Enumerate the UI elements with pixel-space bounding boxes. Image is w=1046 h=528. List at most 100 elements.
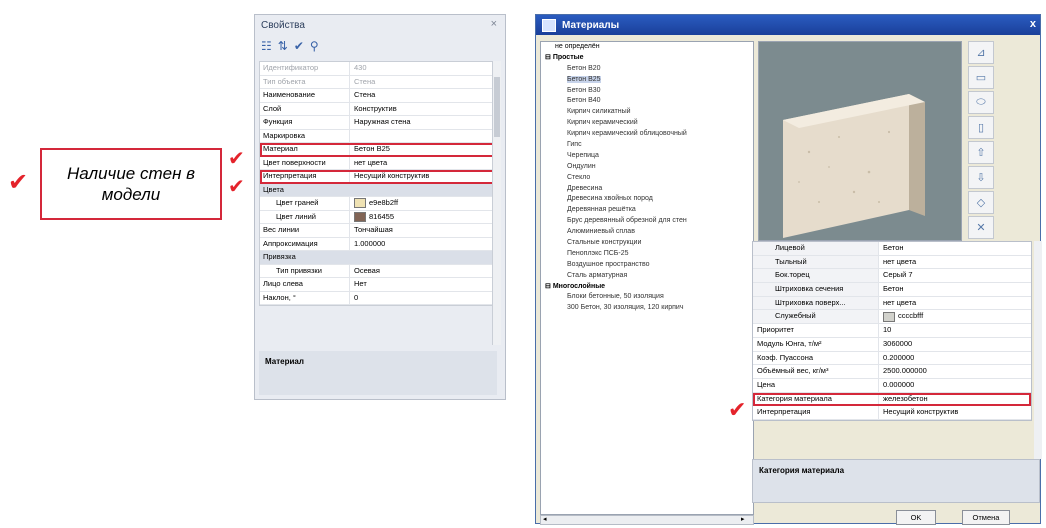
property-value[interactable]: нет цвета [879,297,1031,310]
arrow-up-icon[interactable]: ⇧ [968,141,994,164]
property-value[interactable]: Серый 7 [879,269,1031,282]
tree-item[interactable]: Ондулин [541,162,753,173]
property-value[interactable]: Конструктив [350,103,498,116]
material-property-row[interactable]: Лицевой Бетон [753,242,1031,256]
material-property-row[interactable]: Интерпретация Несущий конструктив [753,406,1031,420]
property-value[interactable]: нет цвета [350,157,498,170]
property-value[interactable]: Нет [350,278,498,291]
property-row[interactable]: Цвет граней e9e8b2ff [260,197,498,211]
property-value[interactable] [350,130,498,143]
property-row[interactable]: Цвет поверхности нет цвета [260,156,498,170]
tree-item[interactable]: Бетон В25 [541,75,753,86]
property-value[interactable]: 816455 [350,211,498,224]
tree-item[interactable]: не определён [541,42,753,53]
property-row[interactable]: Цвета [260,183,498,197]
collapse-icon[interactable]: ⊟ [545,54,553,61]
material-property-row[interactable]: Коэф. Пуассона 0.200000 [753,351,1031,366]
tree-item[interactable]: Сталь арматурная [541,271,753,282]
diamond-icon[interactable]: ◇ [968,191,994,214]
arrow-down-icon[interactable]: ⇩ [968,166,994,189]
material-property-row[interactable]: Тыльный нет цвета [753,255,1031,270]
property-row[interactable]: Тип объекта Стена [260,75,498,89]
search-icon[interactable]: ⚲ [310,39,319,57]
close-icon[interactable]: × [491,18,497,30]
property-value[interactable]: Бетон [879,283,1031,296]
property-value[interactable]: 0 [350,292,498,305]
property-row[interactable]: Слой Конструктив [260,102,498,116]
tree-item[interactable]: Кирпич керамический [541,118,753,129]
property-value[interactable]: Наружная стена [350,116,498,129]
tree-hscrollbar[interactable]: ◂ ▸ [540,515,754,525]
material-property-row[interactable]: Служебный ccccbfff [753,310,1031,325]
categorized-icon[interactable]: ☷ [261,39,272,57]
property-row[interactable]: Наименование Стена [260,89,498,103]
property-value[interactable]: 430 [350,62,498,75]
cube-view-icon[interactable]: ▭ [968,66,994,89]
property-value[interactable]: 10 [879,324,1031,337]
property-value[interactable]: Бетон [879,242,1031,255]
close-icon[interactable]: x [1030,18,1036,30]
property-row[interactable]: Цвет линий 816455 [260,210,498,224]
tree-item[interactable]: Кирпич силикатный [541,107,753,118]
material-property-row[interactable]: Модуль Юнга, т/м² 3060000 [753,337,1031,352]
tree-item[interactable]: Бетон В40 [541,96,753,107]
scroll-right-icon[interactable]: ▸ [741,516,745,524]
color-swatch[interactable] [883,311,895,322]
tree-item[interactable]: 300 Бетон, 30 изоляция, 120 кирпич [541,303,753,314]
property-value[interactable]: Бетон В25 [350,143,498,156]
tree-item[interactable]: Древесина хвойных пород [541,194,753,205]
property-row[interactable]: Аппроксимация 1.000000 [260,237,498,251]
collapse-icon[interactable]: ⊟ [545,283,553,290]
tree-item[interactable]: Блоки бетонные, 50 изоляция [541,292,753,303]
cylinder-upright-icon[interactable]: ▯ [968,116,994,139]
property-value[interactable]: 0.200000 [879,352,1031,365]
scroll-left-icon[interactable]: ◂ [543,516,547,524]
property-value[interactable]: нет цвета [879,256,1031,269]
material-property-row[interactable]: Цена 0.000000 [753,378,1031,393]
tree-item[interactable]: Черепица [541,151,753,162]
property-value[interactable]: железобетон [879,393,1031,406]
tree-item[interactable]: Стальные конструкции [541,238,753,249]
property-value[interactable]: Тончайшая [350,224,498,237]
property-row[interactable]: Идентификатор 430 [260,62,498,76]
property-row[interactable]: Привязка [260,251,498,265]
property-row[interactable]: Материал Бетон В25 [260,143,498,157]
property-value[interactable]: 1.000000 [350,238,498,251]
material-property-row[interactable]: Бок.торец Серый 7 [753,269,1031,284]
material-property-row[interactable]: Приоритет 10 [753,324,1031,338]
tree-group[interactable]: ⊟ Простые [541,53,753,64]
tree-item[interactable]: Алюминиевый сплав [541,227,753,238]
properties-scrollbar[interactable] [492,61,501,345]
property-row[interactable]: Маркировка [260,129,498,143]
property-value[interactable]: Стена [350,76,498,89]
tree-item[interactable]: Брус деревянный обрезной для стен [541,216,753,227]
tree-item[interactable]: Пеноплэкс ПСБ-25 [541,249,753,260]
delete-icon[interactable]: ✕ [968,216,994,239]
property-row[interactable]: Лицо слева Нет [260,278,498,292]
property-row[interactable]: Вес линии Тончайшая [260,224,498,238]
tree-item[interactable]: Древесина [541,184,753,195]
property-value[interactable]: e9e8b2ff [350,197,498,210]
cylinder-flat-icon[interactable]: ⬭ [968,91,994,114]
property-row[interactable]: Наклон, ° 0 [260,291,498,305]
material-property-row[interactable]: Объёмный вес, кг/м³ 2500.000000 [753,365,1031,379]
cancel-button[interactable]: Отмена [962,510,1010,525]
sort-alpha-icon[interactable]: ⇅ [278,39,288,57]
property-value[interactable]: 2500.000000 [879,365,1031,378]
tree-item[interactable]: Гипс [541,140,753,151]
material-property-row[interactable]: Штриховка сечения Бетон [753,283,1031,297]
property-value[interactable]: ccccbfff [879,310,1031,323]
ok-button[interactable]: OK [896,510,936,525]
property-value[interactable]: Несущий конструктив [879,406,1031,419]
property-value[interactable]: 3060000 [879,338,1031,351]
scroll-thumb[interactable] [494,77,500,137]
apply-check-icon[interactable]: ✔ [294,39,304,57]
property-value[interactable]: Несущий конструктив [350,170,498,183]
tree-item[interactable]: Бетон В20 [541,64,753,75]
material-style-icon[interactable]: ⊿ [968,41,994,64]
material-properties-scrollbar[interactable] [1034,241,1042,459]
tree-item[interactable]: Воздушное пространство [541,260,753,271]
property-row[interactable]: Тип привязки Осевая [260,264,498,278]
tree-item[interactable]: Стекло [541,173,753,184]
color-swatch[interactable] [354,211,366,222]
